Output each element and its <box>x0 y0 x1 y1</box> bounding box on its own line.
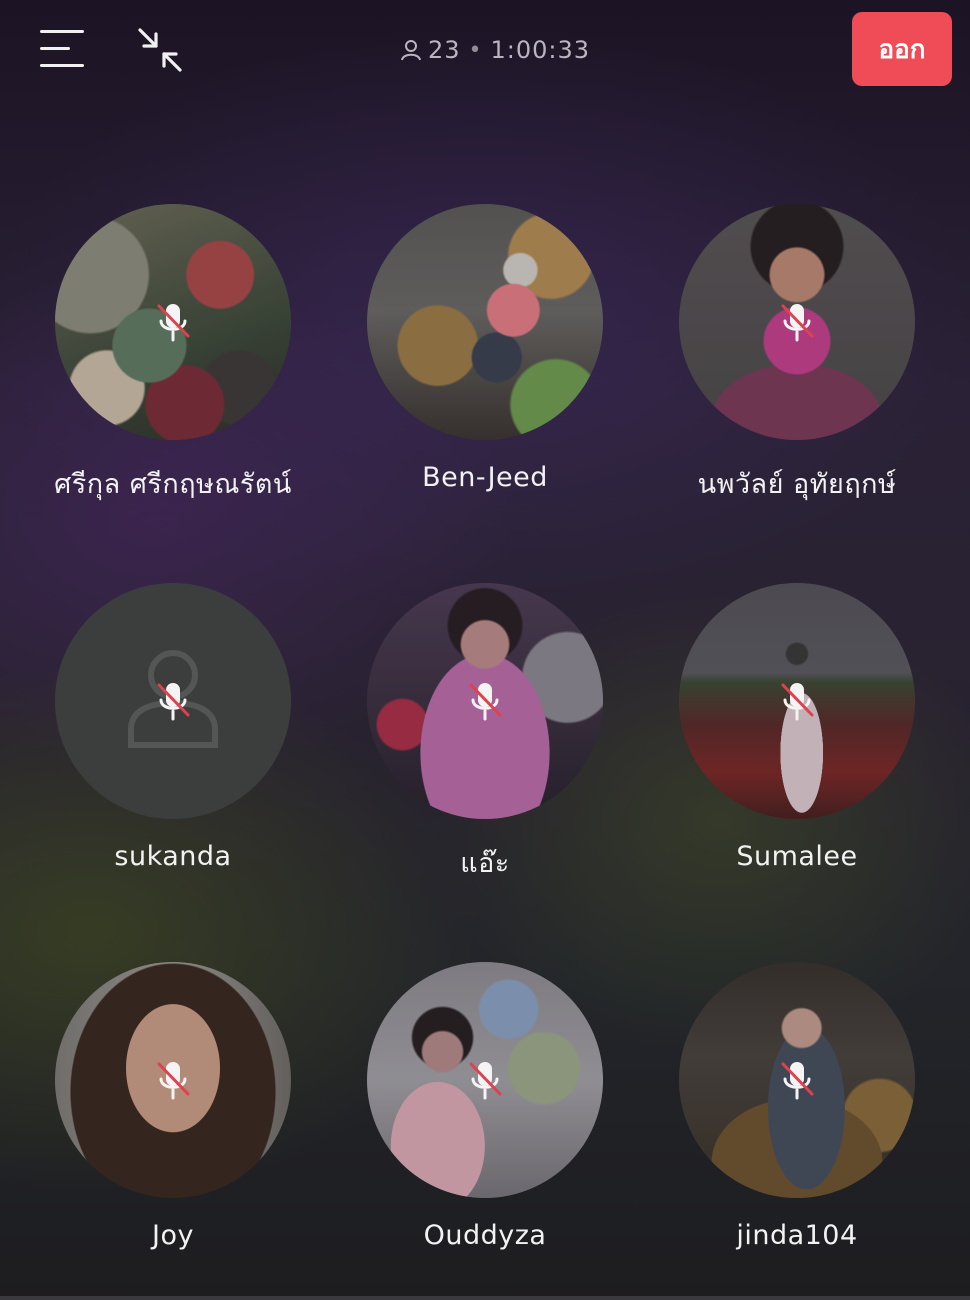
mic-muted-icon <box>157 304 190 342</box>
participant-name: นพวัลย์ อุทัยฤกษ์ <box>697 469 897 500</box>
participant-tile[interactable]: Ouddyza <box>335 962 635 1282</box>
mic-muted-icon <box>781 1062 814 1100</box>
avatar <box>367 583 603 819</box>
participant-tile[interactable]: Joy <box>23 962 323 1282</box>
avatar <box>55 583 291 819</box>
avatar <box>367 962 603 1198</box>
mic-muted-icon <box>781 683 814 721</box>
participant-name: ศรีกุล ศรีกฤษณรัตน์ <box>54 469 292 500</box>
participant-name: sukanda <box>114 841 232 872</box>
participant-name: Ouddyza <box>423 1220 547 1251</box>
participant-tile[interactable]: sukanda <box>23 583 323 903</box>
mic-muted-icon <box>469 1062 502 1100</box>
bottom-divider <box>0 1296 970 1300</box>
participant-tile[interactable]: ศรีกุล ศรีกฤษณรัตน์ <box>23 204 323 524</box>
participant-tile[interactable]: Sumalee <box>647 583 947 903</box>
avatar <box>55 204 291 440</box>
avatar <box>55 962 291 1198</box>
participant-tile[interactable]: Ben-Jeed <box>335 204 635 524</box>
avatar <box>367 204 603 440</box>
participant-name: Sumalee <box>736 841 858 872</box>
participant-tile[interactable]: jinda104 <box>647 962 947 1282</box>
participant-name: แอ๊ะ <box>460 848 510 879</box>
mic-muted-icon <box>157 683 190 721</box>
avatar <box>679 204 915 440</box>
mic-muted-icon <box>157 1062 190 1100</box>
participant-name: Joy <box>152 1220 194 1251</box>
participant-name: jinda104 <box>736 1220 858 1251</box>
avatar <box>679 962 915 1198</box>
avatar <box>679 583 915 819</box>
participant-tile[interactable]: นพวัลย์ อุทัยฤกษ์ <box>647 204 947 524</box>
participant-grid: ศรีกุล ศรีกฤษณรัตน์ Ben-Jeed นพวัลย์ อุท… <box>0 0 970 1300</box>
mic-muted-icon <box>469 683 502 721</box>
mic-muted-icon <box>781 304 814 342</box>
participant-name: Ben-Jeed <box>422 462 548 493</box>
participant-tile[interactable]: แอ๊ะ <box>335 583 635 903</box>
